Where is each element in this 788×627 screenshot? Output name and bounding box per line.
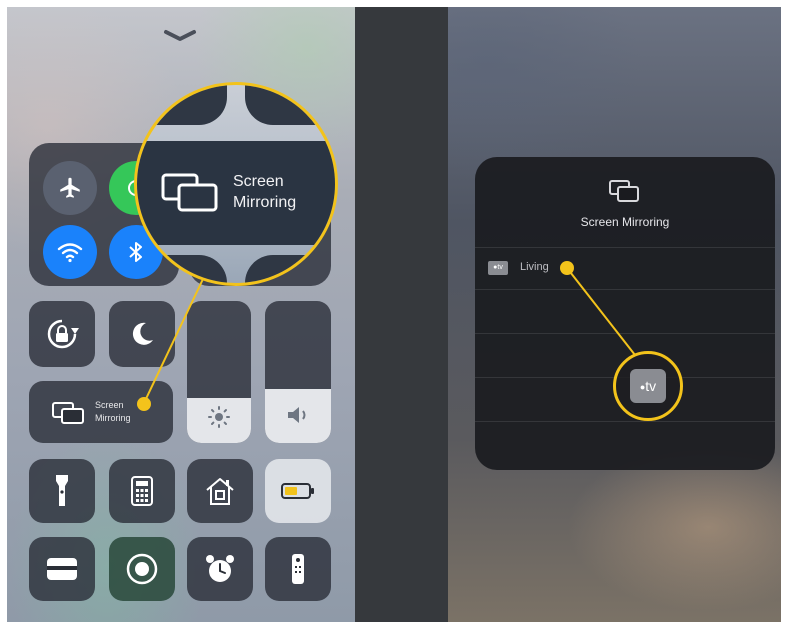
apple-tv-callout: ●tv (613, 351, 683, 421)
apple-tv-callout-text: tv (645, 378, 657, 394)
zoom-tile-bottom-right (245, 255, 335, 283)
apple-tv-badge-large: ●tv (630, 369, 666, 403)
screen-mirroring-card: Screen Mirroring ●tv Living ●tv (475, 157, 775, 470)
zoom-tile-bottom (137, 255, 227, 283)
zoom-screen-mirroring-label: Screen Mirroring (233, 171, 296, 213)
zoom-label-line1: Screen (233, 173, 284, 190)
zoom-callout: Screen Mirroring (134, 82, 338, 286)
zoom-label-line2: Mirroring (233, 194, 297, 211)
zoom-tile-top (137, 85, 227, 125)
callout-connector-line (566, 267, 636, 356)
zoom-tile-top-right (245, 85, 335, 125)
screen-mirroring-icon-zoomed (161, 173, 218, 212)
control-center-panel: Screen Mirroring Screen Mirroring (7, 7, 355, 622)
panel-divider (355, 7, 448, 622)
screen-mirroring-panel: Screen Mirroring ●tv Living ●tv (448, 7, 781, 622)
